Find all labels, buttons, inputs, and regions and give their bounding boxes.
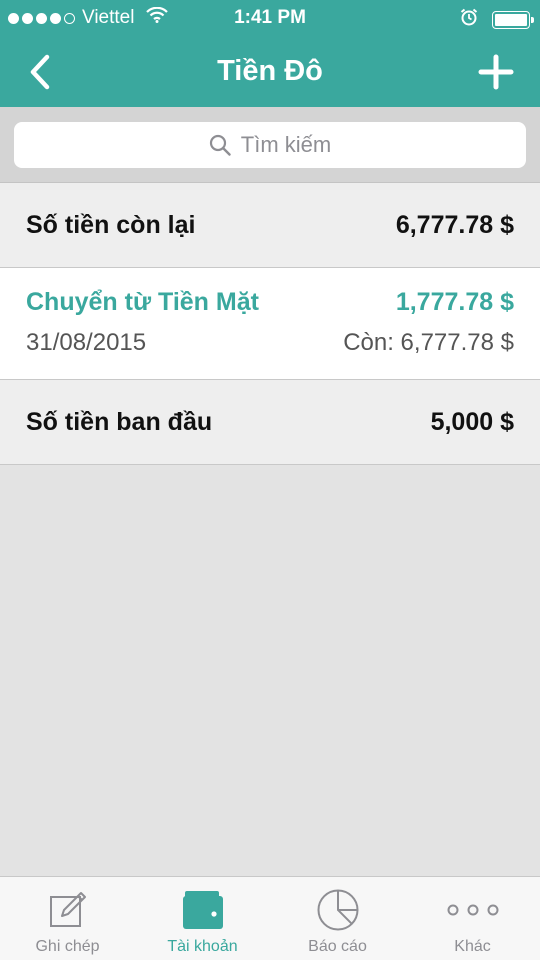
back-button[interactable] bbox=[18, 50, 62, 94]
search-input[interactable]: Tìm kiếm bbox=[14, 122, 526, 168]
status-bar: Viettel 1:41 PM bbox=[0, 0, 540, 36]
note-edit-icon bbox=[0, 887, 135, 933]
page-title: Tiền Đô bbox=[217, 55, 323, 87]
wallet-icon bbox=[135, 887, 270, 933]
chevron-left-icon bbox=[30, 54, 50, 90]
tab-bar: Ghi chép Tài khoản Báo cáo Khác bbox=[0, 876, 540, 960]
more-dots-icon bbox=[405, 887, 540, 933]
transaction-row[interactable]: Chuyển từ Tiền Mặt 1,777.78 $ 31/08/2015… bbox=[0, 268, 540, 380]
alarm-icon bbox=[460, 8, 478, 32]
status-bar-time: 1:41 PM bbox=[234, 7, 306, 28]
remaining-balance-row: Số tiền còn lại 6,777.78 $ bbox=[0, 183, 540, 268]
transaction-date: 31/08/2015 bbox=[26, 329, 147, 356]
search-icon bbox=[209, 134, 231, 156]
add-button[interactable] bbox=[474, 50, 518, 94]
remaining-balance-value: 6,777.78 $ bbox=[395, 211, 514, 239]
tab-khac[interactable]: Khác bbox=[405, 877, 540, 960]
tab-tai-khoan[interactable]: Tài khoản bbox=[135, 877, 270, 960]
tab-label-ghi-chep: Ghi chép bbox=[35, 938, 100, 955]
nav-bar: Tiền Đô bbox=[0, 36, 540, 107]
transaction-amount: 1,777.78 $ bbox=[395, 288, 514, 316]
search-bar-container: Tìm kiếm bbox=[0, 107, 540, 183]
initial-balance-value: 5,000 $ bbox=[430, 408, 514, 436]
tab-label-khac: Khác bbox=[454, 938, 491, 955]
pie-chart-icon bbox=[270, 887, 405, 933]
tab-bao-cao[interactable]: Báo cáo bbox=[270, 877, 405, 960]
status-bar-right bbox=[460, 8, 534, 32]
transaction-title: Chuyển từ Tiền Mặt bbox=[26, 288, 259, 316]
remaining-balance-label: Số tiền còn lại bbox=[26, 211, 196, 239]
transaction-balance: Còn: 6,777.78 $ bbox=[343, 329, 514, 356]
battery-icon bbox=[492, 11, 534, 29]
initial-balance-label: Số tiền ban đầu bbox=[26, 408, 213, 436]
plus-icon bbox=[478, 54, 514, 90]
tab-label-bao-cao: Báo cáo bbox=[308, 938, 367, 955]
tab-label-tai-khoan: Tài khoản bbox=[167, 938, 238, 955]
search-placeholder: Tìm kiếm bbox=[240, 132, 332, 157]
tab-ghi-chep[interactable]: Ghi chép bbox=[0, 877, 135, 960]
app-header: Viettel 1:41 PM Tiền Đô bbox=[0, 0, 540, 107]
initial-balance-row: Số tiền ban đầu 5,000 $ bbox=[0, 380, 540, 465]
